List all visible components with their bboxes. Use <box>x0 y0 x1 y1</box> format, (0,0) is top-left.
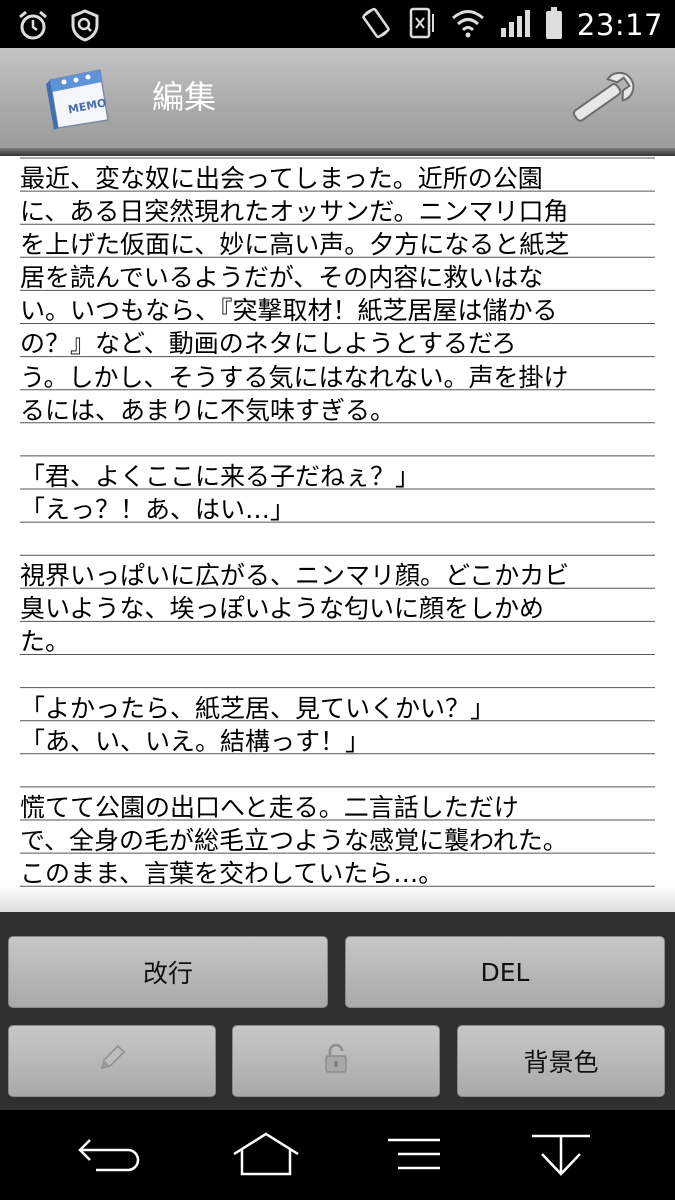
memo-calendar-icon: MEMO <box>36 62 122 132</box>
hide-keyboard-icon[interactable] <box>526 1130 606 1178</box>
clock-time: 23:17 <box>576 8 663 42</box>
action-bar: MEMO 編集 <box>0 48 675 162</box>
menu-icon[interactable] <box>380 1130 460 1178</box>
signal-icon <box>499 8 531 42</box>
alarm-icon <box>16 8 50 46</box>
background-color-button[interactable]: 背景色 <box>457 1025 665 1097</box>
page-title: 編集 <box>152 78 217 116</box>
wrench-icon[interactable] <box>556 66 648 132</box>
vibrate-icon <box>407 6 437 44</box>
lock-button[interactable] <box>232 1025 440 1097</box>
delete-button[interactable]: DEL <box>345 936 665 1008</box>
home-icon[interactable] <box>226 1130 306 1178</box>
navigation-bar <box>0 1110 675 1200</box>
battery-icon <box>545 6 563 44</box>
pencil-button[interactable] <box>8 1025 216 1097</box>
memo-editor[interactable]: 最近、変な奴に出会ってしまった。近所の公園 に、ある日突然現れたオッサンだ。ニン… <box>0 156 675 912</box>
button-panel: 改行 DEL 背景色 <box>0 912 675 1110</box>
back-icon[interactable] <box>76 1130 156 1178</box>
wifi-icon <box>451 8 485 42</box>
editor-bottom-fade <box>0 886 675 912</box>
lock-icon <box>322 1042 350 1080</box>
newline-button[interactable]: 改行 <box>8 936 328 1008</box>
rotate-icon <box>359 6 393 44</box>
memo-text[interactable]: 最近、変な奴に出会ってしまった。近所の公園 に、ある日突然現れたオッサンだ。ニン… <box>20 162 660 890</box>
status-bar: 23:17 <box>0 0 675 48</box>
pencil-icon <box>96 1042 128 1080</box>
shield-icon <box>68 8 102 46</box>
